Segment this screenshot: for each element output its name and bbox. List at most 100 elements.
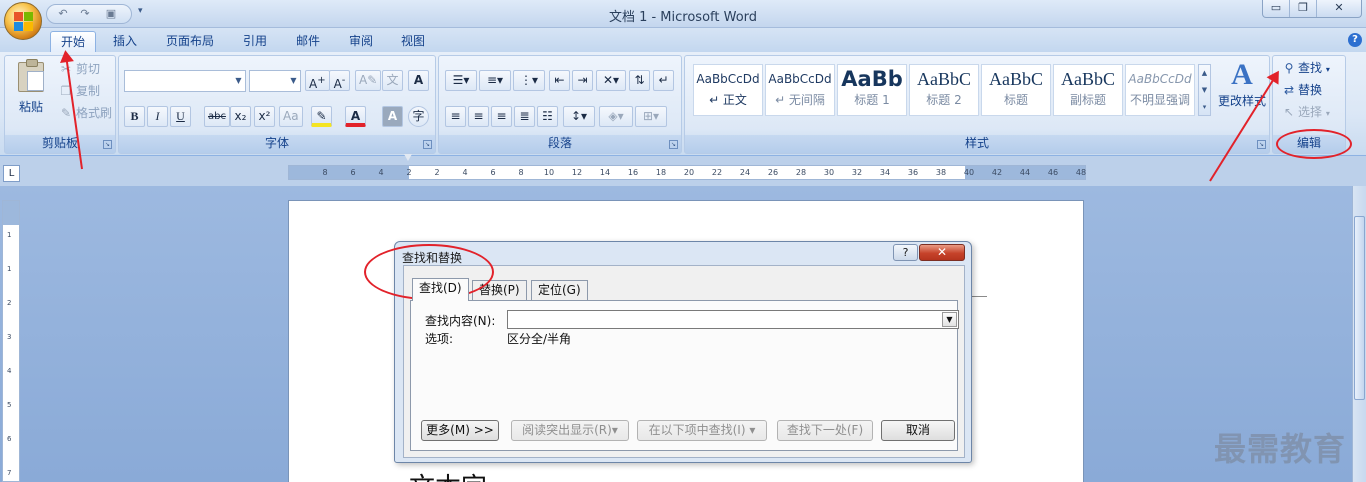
dialog-help-button[interactable]: ?: [893, 244, 918, 261]
replace-button[interactable]: ⇄ 替换: [1280, 80, 1322, 100]
increase-indent-button[interactable]: ⇥: [572, 70, 593, 91]
styles-gallery-scroll[interactable]: ▲ ▼ ▾: [1198, 64, 1211, 116]
clear-formatting-button[interactable]: A✎: [355, 70, 382, 91]
shrink-font-button[interactable]: A-: [329, 70, 350, 91]
find-in-button[interactable]: 在以下项中查找(I) ▾: [637, 420, 767, 441]
decrease-indent-button[interactable]: ⇤: [549, 70, 570, 91]
sort-button[interactable]: ⇅: [629, 70, 650, 91]
tab-home[interactable]: 开始: [50, 31, 97, 52]
select-button[interactable]: ↖ 选择 ▾: [1280, 102, 1330, 122]
justify-button[interactable]: ≣: [514, 106, 535, 127]
cancel-button[interactable]: 取消: [881, 420, 955, 441]
style-heading-1[interactable]: AaBb 标题 1: [837, 64, 907, 116]
vruler-tick-label: 6: [7, 435, 12, 443]
style-normal[interactable]: AaBbCcDd ↵ 正文: [693, 64, 763, 116]
tab-selector[interactable]: L: [3, 165, 20, 182]
options-label: 选项:: [425, 332, 454, 346]
distributed-button[interactable]: ☷: [537, 106, 558, 127]
tab-find[interactable]: 查找(D): [412, 278, 469, 301]
phonetic-guide-button[interactable]: 文: [382, 70, 403, 91]
bold-button[interactable]: B: [124, 106, 145, 127]
character-border-button[interactable]: A: [408, 70, 429, 91]
document-text[interactable]: 文本字: [409, 467, 487, 482]
vertical-scrollbar[interactable]: [1352, 186, 1366, 482]
scrollbar-thumb[interactable]: [1354, 216, 1365, 400]
close-button[interactable]: ✕: [1317, 0, 1361, 17]
dialog-close-button[interactable]: ✕: [919, 244, 965, 261]
subscript-button[interactable]: x₂: [230, 106, 251, 127]
find-button[interactable]: ⚲ 查找 ▾: [1280, 58, 1330, 78]
highlight-button[interactable]: ✎: [311, 106, 332, 127]
tab-page-layout[interactable]: 页面布局: [156, 31, 224, 52]
find-what-input[interactable]: ▼: [507, 310, 959, 329]
font-size-combo[interactable]: ▼: [249, 70, 301, 92]
find-panel: 查找内容(N): ▼ 选项: 区分全/半角 更多(M) >> 阅读突出显示(R)…: [410, 300, 959, 451]
sort-icon: ⇅: [634, 73, 645, 87]
ruler-tick-label: 4: [462, 168, 468, 177]
align-center-button[interactable]: ≡: [468, 106, 489, 127]
enclose-characters-button[interactable]: 字: [408, 106, 429, 127]
multilevel-list-button[interactable]: ⋮▾: [513, 70, 545, 91]
tab-view[interactable]: 视图: [391, 31, 435, 52]
shading-button[interactable]: ◈▾: [599, 106, 633, 127]
find-next-button[interactable]: 查找下一处(F): [777, 420, 873, 441]
tab-insert[interactable]: 插入: [103, 31, 147, 52]
align-right-button[interactable]: ≡: [491, 106, 512, 127]
tab-goto[interactable]: 定位(G): [531, 280, 588, 301]
office-logo-icon: [14, 12, 34, 32]
top-margin: [3, 201, 19, 225]
justify-icon: ≣: [519, 109, 530, 123]
chinese-layout-button[interactable]: ✕▾: [596, 70, 626, 91]
style-title[interactable]: AaBbC 标题: [981, 64, 1051, 116]
chevron-down-icon[interactable]: ▼: [942, 312, 957, 327]
align-left-button[interactable]: ≡: [445, 106, 466, 127]
strikethrough-button[interactable]: abc: [204, 106, 230, 127]
style-subtitle[interactable]: AaBbC 副标题: [1053, 64, 1123, 116]
underline-button[interactable]: U: [170, 106, 191, 127]
more-button[interactable]: 更多(M) >>: [421, 420, 499, 441]
font-color-button[interactable]: A: [345, 106, 366, 127]
ruler-tick-label: 24: [739, 168, 751, 177]
align-left-icon: ≡: [450, 109, 461, 123]
ruler-tick-label: 46: [1047, 168, 1059, 177]
style-name: ↵ 正文: [709, 93, 747, 107]
superscript-button[interactable]: x²: [254, 106, 275, 127]
first-line-indent-marker[interactable]: [404, 154, 412, 172]
italic-button[interactable]: I: [147, 106, 168, 127]
change-case-button[interactable]: Aa: [279, 106, 303, 127]
style-subtle-emphasis[interactable]: AaBbCcDd 不明显强调: [1125, 64, 1195, 116]
clipboard-launcher-icon[interactable]: ↘: [103, 140, 112, 149]
character-shading-button[interactable]: A: [382, 106, 403, 127]
style-sample: AaBbC: [989, 69, 1043, 89]
tab-references[interactable]: 引用: [233, 31, 277, 52]
enclose-icon: 字: [412, 109, 425, 123]
office-button[interactable]: [4, 2, 42, 40]
format-painter-button[interactable]: ✎ 格式刷: [59, 104, 112, 122]
style-heading-2[interactable]: AaBbC 标题 2: [909, 64, 979, 116]
paste-button[interactable]: 粘贴: [15, 59, 47, 124]
numbering-button[interactable]: ≡▾: [479, 70, 511, 91]
change-styles-button[interactable]: A 更改样式: [1214, 58, 1270, 109]
style-sample: AaBb: [841, 67, 903, 91]
font-name-combo[interactable]: ▼: [124, 70, 246, 92]
reading-highlight-button[interactable]: 阅读突出显示(R)▾: [511, 420, 629, 441]
ruler-tick-label: 32: [851, 168, 863, 177]
help-icon[interactable]: ?: [1348, 33, 1362, 47]
style-no-spacing[interactable]: AaBbCcDd ↵ 无间隔: [765, 64, 835, 116]
vertical-ruler[interactable]: 1 1 2 3 4 5 6 7: [2, 200, 20, 482]
paragraph-launcher-icon[interactable]: ↘: [669, 140, 678, 149]
show-marks-button[interactable]: ↵: [653, 70, 674, 91]
styles-launcher-icon[interactable]: ↘: [1257, 140, 1266, 149]
borders-button[interactable]: ⊞▾: [635, 106, 667, 127]
font-launcher-icon[interactable]: ↘: [423, 140, 432, 149]
ruler-tick-label: 4: [378, 168, 384, 177]
grow-font-button[interactable]: A+: [305, 70, 330, 91]
copy-button[interactable]: ❐ 复制: [59, 82, 100, 100]
tab-review[interactable]: 审阅: [339, 31, 383, 52]
bullets-button[interactable]: ☰▾: [445, 70, 477, 91]
line-spacing-button[interactable]: ↕▾: [563, 106, 595, 127]
minimize-button[interactable]: ▭: [1263, 0, 1290, 17]
annotation-circle-editing: [1276, 129, 1352, 159]
maximize-button[interactable]: ❐: [1290, 0, 1317, 17]
tab-mailings[interactable]: 邮件: [286, 31, 330, 52]
